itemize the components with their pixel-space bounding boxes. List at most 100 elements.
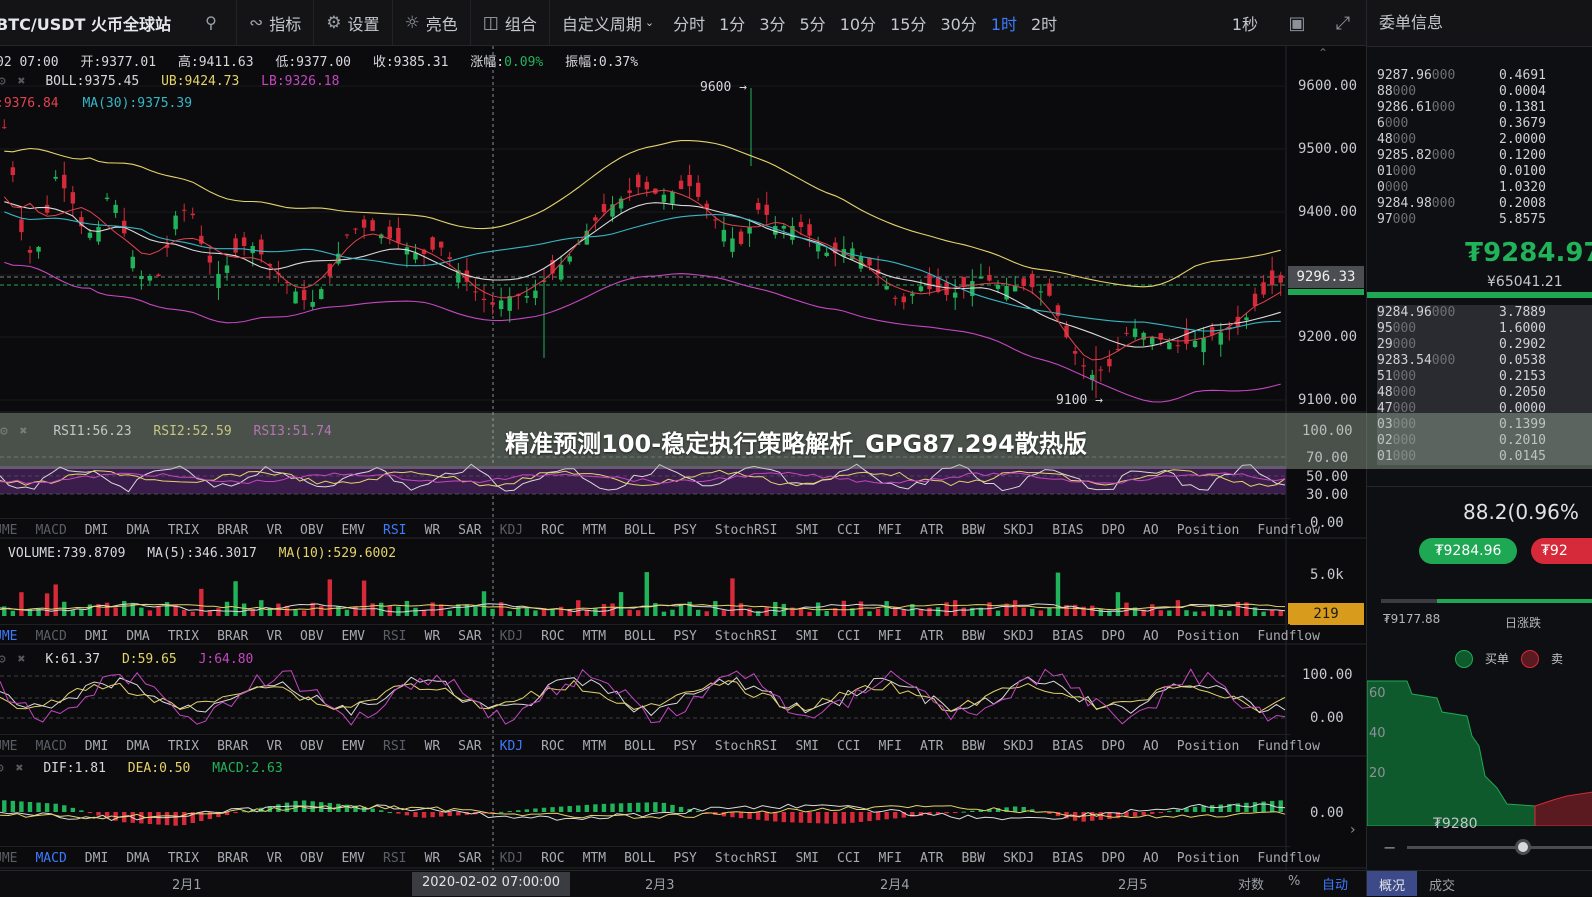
indicator-tab-mfi[interactable]: MFI	[860, 523, 901, 538]
indicator-tab-dpo[interactable]: DPO	[1084, 629, 1125, 644]
bid-row[interactable]: 51000 0.2153	[1377, 369, 1592, 385]
search-icon[interactable]: ⚲	[186, 13, 236, 32]
indicator-tab-bias[interactable]: BIAS	[1034, 851, 1083, 866]
indicator-tab-bbw[interactable]: BBW	[943, 739, 984, 754]
timeframe-7[interactable]: 1时	[984, 11, 1024, 35]
indicator-tab-sar[interactable]: SAR	[440, 739, 481, 754]
depth-chart[interactable]	[1367, 676, 1592, 826]
indicator-tab-stochrsi[interactable]: StochRSI	[697, 851, 778, 866]
indicator-tab-dmi[interactable]: DMI	[67, 739, 108, 754]
bid-row[interactable]: 9284.96000 3.7889	[1377, 305, 1592, 321]
timeframe-6[interactable]: 30分	[933, 11, 983, 35]
ask-row[interactable]: 0000 1.0320	[1377, 180, 1592, 196]
indicator-tab-wr[interactable]: WR	[407, 523, 441, 538]
indicator-tab-bias[interactable]: BIAS	[1034, 739, 1083, 754]
indicator-tab-skdj[interactable]: SKDJ	[985, 739, 1034, 754]
settings-button[interactable]: ⚙ 设置	[313, 0, 391, 46]
indicator-tab-trix[interactable]: TRIX	[150, 739, 199, 754]
ask-row[interactable]: 9286.61000 0.1381	[1377, 100, 1592, 116]
indicator-tab-wr[interactable]: WR	[407, 739, 441, 754]
indicator-tab-obv[interactable]: OBV	[282, 629, 323, 644]
indicator-tab-roc[interactable]: ROC	[523, 739, 564, 754]
indicator-tab-ume[interactable]: UME	[0, 739, 17, 754]
settings-small-icon[interactable]: ⚙	[0, 761, 4, 776]
indicator-tab-smi[interactable]: SMI	[778, 629, 819, 644]
indicator-tab-dmi[interactable]: DMI	[67, 851, 108, 866]
indicator-tab-psy[interactable]: PSY	[655, 629, 696, 644]
indicator-tab-boll[interactable]: BOLL	[606, 739, 655, 754]
indicator-tab-bias[interactable]: BIAS	[1034, 629, 1083, 644]
indicator-tab-cci[interactable]: CCI	[819, 739, 860, 754]
refresh-rate[interactable]: 1秒	[1216, 11, 1274, 35]
indicator-tab-atr[interactable]: ATR	[902, 851, 943, 866]
settings-small-icon[interactable]: ⚙	[0, 652, 6, 667]
indicator-tab-bbw[interactable]: BBW	[943, 851, 984, 866]
indicator-tab-trix[interactable]: TRIX	[150, 851, 199, 866]
indicator-tab-sar[interactable]: SAR	[440, 851, 481, 866]
indicator-tab-wr[interactable]: WR	[407, 629, 441, 644]
indicator-tab-ao[interactable]: AO	[1125, 851, 1159, 866]
fullscreen-icon[interactable]: ⤢	[1320, 13, 1366, 34]
chevron-up-icon[interactable]: ⌃	[1318, 46, 1328, 60]
sell-price-button[interactable]: ₮92	[1531, 538, 1592, 564]
indicator-tab-rsi[interactable]: RSI	[365, 523, 406, 538]
indicator-tab-bbw[interactable]: BBW	[943, 629, 984, 644]
ask-row[interactable]: 9287.96000 0.4691	[1377, 68, 1592, 84]
indicator-tab-bias[interactable]: BIAS	[1034, 523, 1083, 538]
indicator-tab-dma[interactable]: DMA	[108, 851, 149, 866]
ask-row[interactable]: 97000 5.8575	[1377, 212, 1592, 228]
indicator-tab-skdj[interactable]: SKDJ	[985, 629, 1034, 644]
close-small-icon[interactable]: ✖	[18, 74, 26, 89]
bid-row[interactable]: 95000 1.6000	[1377, 321, 1592, 337]
indicator-tab-kdj[interactable]: KDJ	[482, 851, 523, 866]
indicator-tab-bbw[interactable]: BBW	[943, 523, 984, 538]
chevron-right-icon[interactable]: ›	[1350, 822, 1356, 838]
log-scale-toggle[interactable]: 对数	[1238, 874, 1264, 893]
indicator-tab-dmi[interactable]: DMI	[67, 629, 108, 644]
ask-row[interactable]: 01000 0.0100	[1377, 164, 1592, 180]
timeframe-3[interactable]: 5分	[793, 11, 833, 35]
indicator-tab-mtm[interactable]: MTM	[565, 739, 606, 754]
indicator-tab-fundflow[interactable]: Fundflow	[1239, 523, 1320, 538]
indicator-tab-trix[interactable]: TRIX	[150, 523, 199, 538]
indicator-tab-boll[interactable]: BOLL	[606, 851, 655, 866]
indicator-tab-dpo[interactable]: DPO	[1084, 739, 1125, 754]
tab-overview[interactable]: 概况	[1367, 871, 1418, 896]
indicator-tab-rsi[interactable]: RSI	[365, 851, 406, 866]
tab-trades[interactable]: 成交	[1417, 871, 1467, 896]
indicator-tab-fundflow[interactable]: Fundflow	[1239, 629, 1320, 644]
indicator-tab-position[interactable]: Position	[1159, 851, 1240, 866]
indicator-tab-vr[interactable]: VR	[248, 851, 282, 866]
indicator-tab-cci[interactable]: CCI	[819, 851, 860, 866]
indicator-tab-mfi[interactable]: MFI	[860, 629, 901, 644]
indicator-tab-mtm[interactable]: MTM	[565, 851, 606, 866]
indicator-tab-stochrsi[interactable]: StochRSI	[697, 629, 778, 644]
indicator-tab-ume[interactable]: UME	[0, 851, 17, 866]
timeframe-8[interactable]: 2时	[1024, 11, 1064, 35]
indicator-tab-mtm[interactable]: MTM	[565, 629, 606, 644]
close-small-icon[interactable]: ✖	[18, 652, 26, 667]
zoom-slider[interactable]	[1407, 846, 1592, 849]
percent-scale-toggle[interactable]: %	[1288, 874, 1300, 889]
indicator-tab-kdj[interactable]: KDJ	[482, 739, 523, 754]
indicator-tab-brar[interactable]: BRAR	[199, 739, 248, 754]
indicator-tab-mfi[interactable]: MFI	[860, 851, 901, 866]
indicator-tab-ume[interactable]: UME	[0, 523, 17, 538]
indicator-tab-macd[interactable]: MACD	[17, 851, 66, 866]
indicator-tab-roc[interactable]: ROC	[523, 629, 564, 644]
indicator-tab-dma[interactable]: DMA	[108, 629, 149, 644]
bid-row[interactable]: 29000 0.2902	[1377, 337, 1592, 353]
indicator-tab-trix[interactable]: TRIX	[150, 629, 199, 644]
indicator-tab-fundflow[interactable]: Fundflow	[1239, 851, 1320, 866]
indicator-tab-ao[interactable]: AO	[1125, 739, 1159, 754]
ask-row[interactable]: 48000 2.0000	[1377, 132, 1592, 148]
timeframe-4[interactable]: 10分	[833, 11, 883, 35]
indicator-tab-psy[interactable]: PSY	[655, 739, 696, 754]
indicator-tab-brar[interactable]: BRAR	[199, 851, 248, 866]
custom-period-dropdown[interactable]: 自定义周期 ⌄	[548, 0, 666, 46]
bid-row[interactable]: 48000 0.2050	[1377, 385, 1592, 401]
timeframe-1[interactable]: 1分	[712, 11, 752, 35]
indicator-tab-psy[interactable]: PSY	[655, 523, 696, 538]
indicator-tab-skdj[interactable]: SKDJ	[985, 851, 1034, 866]
ask-row[interactable]: 9284.98000 0.2008	[1377, 196, 1592, 212]
